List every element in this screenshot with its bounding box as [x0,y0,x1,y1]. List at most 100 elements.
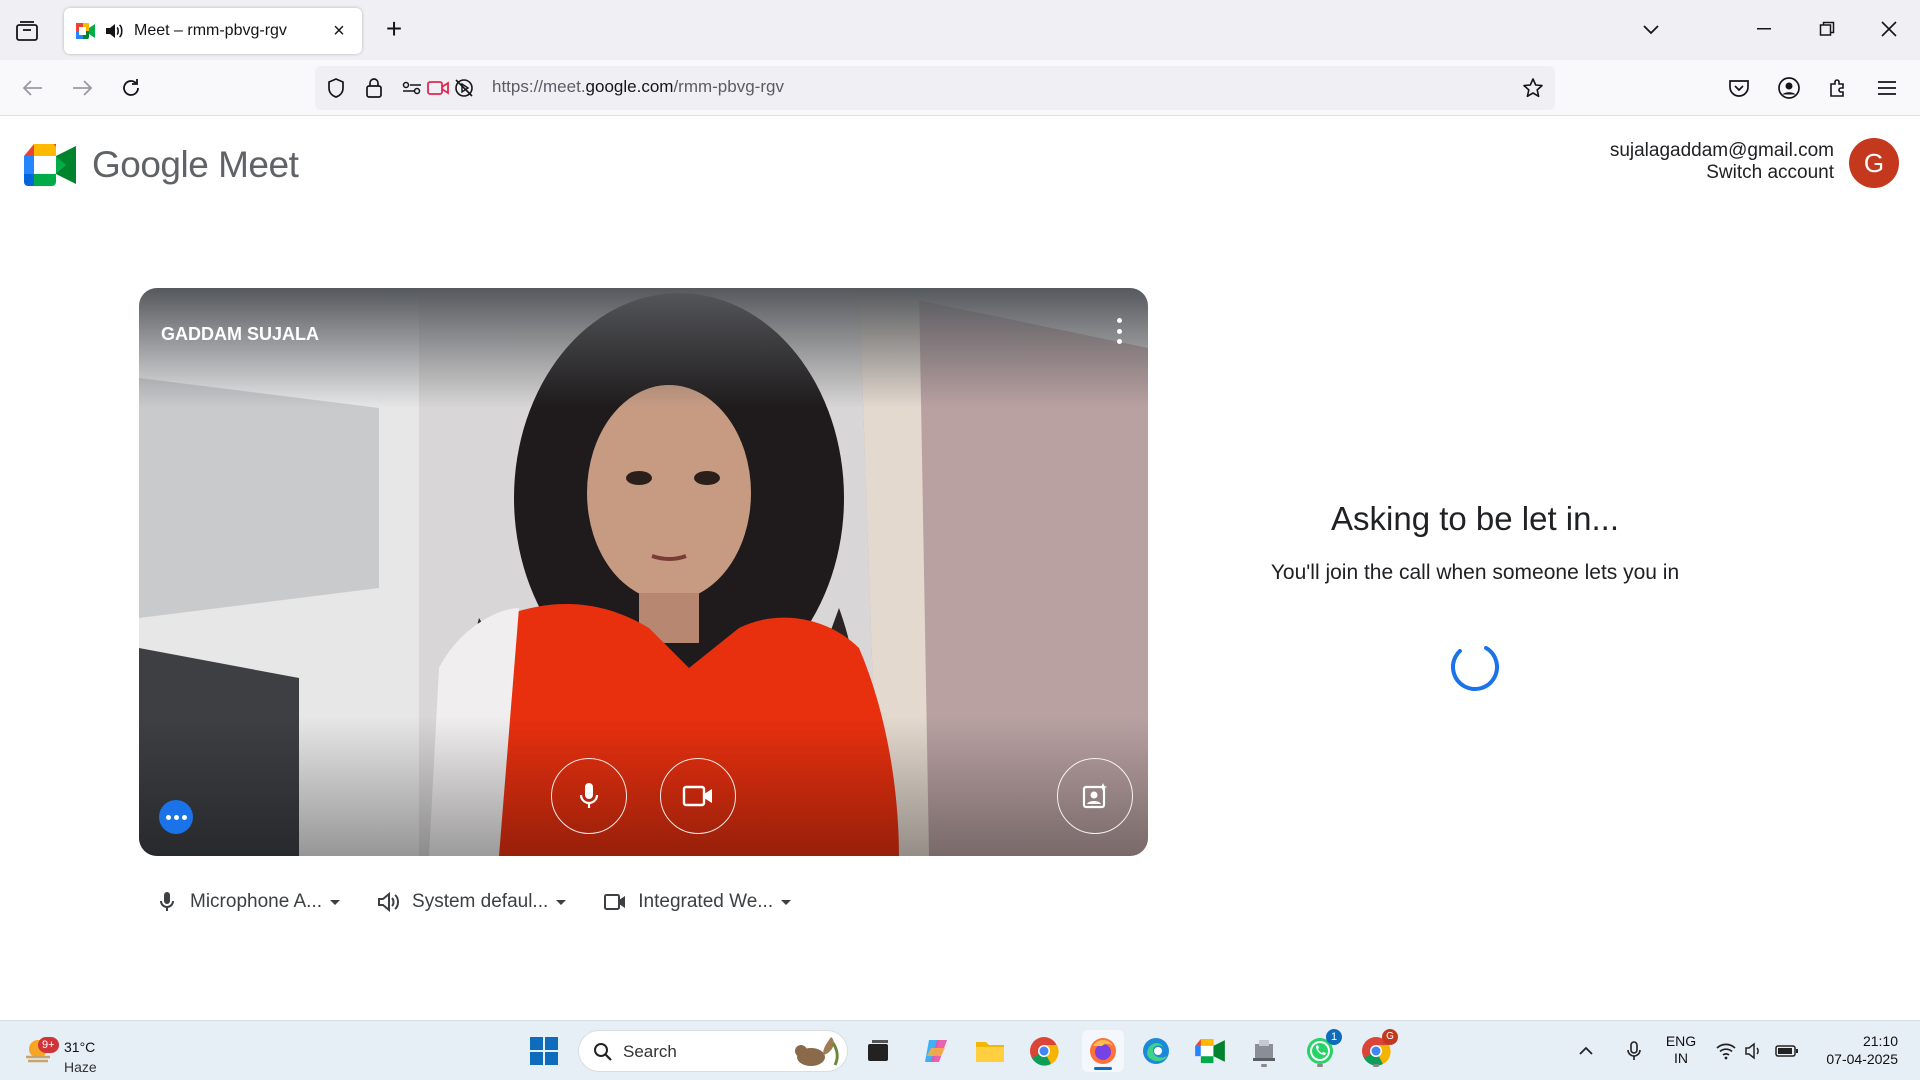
camera-small-icon [602,890,628,914]
waiting-subtitle: You'll join the call when someone lets y… [1270,561,1680,584]
wifi-icon[interactable] [1714,1033,1738,1069]
more-actions-dots-icon[interactable] [159,800,193,834]
weather-temperature: 31°C [64,1039,96,1055]
running-app-indicator [1373,1064,1379,1067]
switch-account-link[interactable]: Switch account [1610,162,1834,184]
speaker-select-label: System defaul... [412,891,549,912]
app-menu-hamburger-icon[interactable] [1872,73,1902,103]
close-window-icon[interactable] [1874,14,1904,44]
waiting-title: Asking to be let in... [1331,500,1619,537]
file-explorer-icon[interactable] [972,1033,1008,1069]
running-app-indicator [1261,1064,1267,1067]
weather-condition: Haze [64,1059,97,1075]
camera-in-use-icon[interactable] [426,77,450,99]
tab-overflow-chevron-icon[interactable] [1636,14,1666,44]
tab-close-icon[interactable]: × [328,20,350,42]
google-meet-logo [24,144,76,186]
whatsapp-icon[interactable]: 1 [1302,1029,1342,1069]
task-view-icon[interactable] [860,1033,896,1069]
browser-tab-bar: Meet – rmm-pbvg-rgv × + [0,0,1920,60]
taskbar-search-label: Search [623,1042,677,1061]
speaker-playing-icon[interactable] [104,21,124,41]
account-avatar[interactable]: G [1849,138,1899,188]
show-hidden-icons-chevron-icon[interactable] [1574,1033,1598,1069]
windows-taskbar: 9+ 31°C Haze Search 1 G ENG IN 21:10 07-… [0,1020,1920,1080]
chrome-profile-icon[interactable]: G [1358,1029,1398,1069]
loading-spinner-icon [1451,643,1499,691]
chrome-icon[interactable] [1026,1033,1062,1069]
forward-arrow-icon[interactable] [67,73,97,103]
copilot-icon[interactable] [918,1033,954,1069]
autoplay-blocked-icon[interactable] [452,77,476,99]
microphone-small-icon [154,890,180,914]
extensions-icon[interactable] [1823,73,1853,103]
restore-window-icon[interactable] [1812,14,1842,44]
account-icon[interactable] [1774,73,1804,103]
microphone-select[interactable]: Microphone A... [154,890,341,914]
battery-icon[interactable] [1772,1033,1802,1069]
chrome-profile-badge: G [1382,1029,1398,1045]
whatsapp-unread-badge: 1 [1326,1029,1342,1045]
pinned-app-icon[interactable] [1246,1033,1282,1069]
account-email: sujalagaddam@gmail.com [1609,140,1834,161]
google-meet-taskbar-icon[interactable] [1192,1033,1228,1069]
microphone-in-use-icon[interactable] [1622,1033,1646,1069]
account-info: sujalagaddam@gmail.com Switch account [1610,140,1834,184]
weather-widget[interactable]: 9+ 31°C Haze [22,1029,132,1075]
tracking-protection-shield-icon[interactable] [324,77,348,99]
clock-time: 21:10 [1862,1033,1898,1049]
portrait-sparkle-icon [1082,783,1107,809]
input-language-indicator[interactable]: ENG IN [1664,1033,1698,1067]
edge-icon[interactable] [1138,1033,1174,1069]
url-prefix: https://meet. [492,77,586,96]
more-options-icon[interactable] [1114,318,1124,344]
search-highlight-squirrel-icon [795,1037,839,1066]
visual-effects-button[interactable] [1057,758,1133,834]
speaker-small-icon [376,890,402,914]
self-name-label: GADDAM SUJALA [161,324,320,344]
clock-date: 07-04-2025 [1826,1051,1898,1067]
pocket-icon[interactable] [1724,73,1754,103]
chevron-down-icon [781,899,792,905]
url-bar[interactable]: https://meet.google.com/rmm-pbvg-rgv [315,66,1555,110]
self-video-preview: GADDAM SUJALA [139,288,1148,856]
url-text[interactable]: https://meet.google.com/rmm-pbvg-rgv [492,77,784,97]
language-region: IN [1674,1050,1688,1066]
minimize-window-icon[interactable] [1750,14,1780,44]
tab-title: Meet – rmm-pbvg-rgv [134,22,287,39]
waiting-panel: Asking to be let in... You'll join the c… [1260,500,1690,589]
tab-list-icon[interactable] [12,16,42,46]
new-tab-plus-icon[interactable]: + [380,15,408,44]
google-meet-brand-text: Google Meet [92,144,299,185]
running-app-indicator [1317,1064,1323,1067]
chevron-down-icon [556,899,567,905]
windows-start-icon[interactable] [526,1033,562,1069]
active-app-indicator [1094,1067,1112,1070]
microphone-select-label: Microphone A... [190,891,323,912]
padlock-icon[interactable] [362,77,386,99]
bookmark-star-icon[interactable] [1521,77,1545,99]
microphone-icon [579,783,599,808]
reload-icon[interactable] [116,73,146,103]
taskbar-search-box[interactable]: Search [578,1030,848,1072]
volume-icon[interactable] [1742,1033,1766,1069]
speaker-select[interactable]: System defaul... [376,890,567,914]
firefox-icon[interactable] [1082,1030,1124,1072]
url-path: /rmm-pbvg-rgv [673,77,784,96]
device-selectors: Microphone A... System defaul... Integra… [154,884,827,920]
language-code: ENG [1665,1033,1697,1049]
top-gradient [139,288,1148,408]
search-icon [594,1043,612,1061]
permissions-icon[interactable] [400,77,424,99]
meet-favicon-icon [76,23,96,39]
system-clock[interactable]: 21:10 07-04-2025 [1826,1032,1898,1068]
microphone-toggle-button[interactable] [551,758,627,834]
back-arrow-icon[interactable] [18,73,48,103]
browser-nav-bar: https://meet.google.com/rmm-pbvg-rgv [0,60,1920,116]
chevron-down-icon [330,899,341,905]
bottom-gradient [139,716,1148,856]
camera-toggle-button[interactable] [660,758,736,834]
camera-select-label: Integrated We... [638,891,774,912]
tab-google-meet[interactable]: Meet – rmm-pbvg-rgv × [64,8,362,54]
camera-select[interactable]: Integrated We... [602,890,792,914]
